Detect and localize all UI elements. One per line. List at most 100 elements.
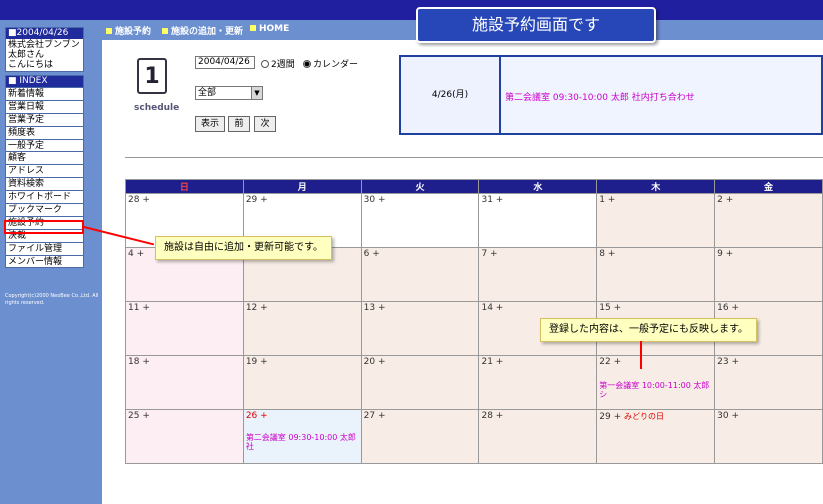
header-friday: 金 <box>714 179 823 194</box>
holiday-label: みどりの日 <box>624 412 665 421</box>
nav-facility-add-update[interactable]: 施設の追加・更新 <box>162 24 243 37</box>
index-menu: ■ INDEX 新着情報 営業日報 営業予定 頻度表 一般予定 顧客 アドレス … <box>5 75 84 269</box>
booking-panel: 4/26(月) 第二会議室 09:30-10:00 太郎 社内打ち合わせ <box>399 55 823 135</box>
day-number: 25 + <box>128 411 150 421</box>
day-number: 4 + <box>128 249 145 259</box>
header-thursday: 木 <box>596 179 716 194</box>
user-box: ■2004/04/26 株式会社ブンブン 太郎さん こんにちは <box>5 27 84 72</box>
header-tuesday: 火 <box>360 179 480 194</box>
greeting: 株式会社ブンブン 太郎さん こんにちは <box>6 39 83 71</box>
day-number: 11 + <box>128 303 150 313</box>
sidebar-item-bookmark[interactable]: ブックマーク <box>6 203 83 216</box>
day-number: 1 + <box>599 195 616 205</box>
day-cell[interactable]: 12 + <box>242 301 362 356</box>
divider <box>125 157 823 158</box>
sidebar-item-sales-plan[interactable]: 営業予定 <box>6 112 83 126</box>
facility-select[interactable]: 全部 ▼ <box>195 86 263 100</box>
date-input[interactable]: 2004/04/26 <box>195 56 255 69</box>
nav-facility-booking-label: 施設予約 <box>115 27 152 37</box>
sidebar-item-document-search[interactable]: 資料検索 <box>6 177 83 190</box>
show-button[interactable]: 表示 <box>195 116 225 132</box>
day-cell[interactable]: 22 + 第一会議室 10:00-11:00 太郎シ <box>596 355 716 410</box>
top-bar <box>0 0 823 20</box>
day-cell[interactable]: 8 + <box>596 247 716 302</box>
day-number: 28 + <box>128 195 150 205</box>
nav-home[interactable]: HOME <box>250 24 289 34</box>
sidebar-item-general-schedule[interactable]: 一般予定 <box>6 138 83 152</box>
square-icon <box>106 28 112 34</box>
day-number: 28 + <box>481 411 504 421</box>
radio-2weeks[interactable]: 2週間 <box>261 57 295 70</box>
day-number: 30 + <box>363 195 386 205</box>
day-cell[interactable]: 11 + <box>125 301 244 356</box>
highlight-box <box>4 220 84 234</box>
booking-date: 4/26(月) <box>401 57 501 133</box>
header-sunday: 日 <box>125 179 244 194</box>
day-cell[interactable]: 27 + <box>360 409 480 464</box>
sidebar-item-news[interactable]: 新着情報 <box>6 87 83 100</box>
index-header: ■ INDEX <box>6 76 83 87</box>
chevron-down-icon: ▼ <box>251 87 262 99</box>
day-number: 15 + <box>599 303 622 313</box>
booking-entry[interactable]: 第二会議室 09:30-10:00 太郎 社内打ち合わせ <box>505 90 695 103</box>
calendar-icon: 1 <box>137 58 167 94</box>
sidebar-item-file-management[interactable]: ファイル管理 <box>6 241 83 255</box>
calendar-week: 25 + 26 + 第二会議室 09:30-10:00 太郎社 27 + 28 +… <box>125 409 823 464</box>
nav-facility-booking[interactable]: 施設予約 <box>106 24 151 37</box>
header-wednesday: 水 <box>478 179 598 194</box>
day-cell[interactable]: 1 + <box>596 193 716 248</box>
user-name: 太郎さん <box>8 50 45 60</box>
day-cell[interactable]: 13 + <box>360 301 480 356</box>
day-cell[interactable]: 2 + <box>714 193 823 248</box>
day-cell[interactable]: 20 + <box>360 355 480 410</box>
next-button[interactable]: 次 <box>254 116 276 132</box>
day-cell-today[interactable]: 26 + 第二会議室 09:30-10:00 太郎社 <box>242 409 362 464</box>
day-cell[interactable]: 6 + <box>360 247 480 302</box>
day-cell[interactable]: 28 + <box>478 409 598 464</box>
event-entry[interactable]: 第二会議室 09:30-10:00 太郎社 <box>246 433 359 451</box>
callout-sidebar-note: 施設は自由に追加・更新可能です。 <box>155 236 332 260</box>
day-number: 16 + <box>717 303 739 313</box>
day-cell[interactable]: 30 + <box>714 409 823 464</box>
sidebar-item-frequency[interactable]: 頻度表 <box>6 125 83 139</box>
day-number: 19 + <box>245 357 268 367</box>
company-name: 株式会社ブンブン <box>8 40 80 50</box>
sidebar-date: ■2004/04/26 <box>6 28 83 39</box>
day-number: 13 + <box>363 303 386 313</box>
sidebar-item-whiteboard[interactable]: ホワイトボード <box>6 190 83 203</box>
day-cell[interactable]: 9 + <box>714 247 823 302</box>
nav-home-label: HOME <box>259 24 290 34</box>
day-cell[interactable]: 31 + <box>478 193 598 248</box>
day-cell[interactable]: 18 + <box>125 355 244 410</box>
sidebar-item-member-info[interactable]: メンバー情報 <box>6 254 83 268</box>
day-cell[interactable]: 21 + <box>478 355 598 410</box>
callout-calendar-note: 登録した内容は、一般予定にも反映します。 <box>540 318 757 342</box>
day-cell[interactable]: 7 + <box>478 247 598 302</box>
day-number: 21 + <box>481 357 504 367</box>
day-cell[interactable]: 25 + <box>125 409 244 464</box>
day-cell[interactable]: 30 + <box>360 193 480 248</box>
day-number: 2 + <box>717 195 734 205</box>
day-number: 29 + <box>245 195 268 205</box>
day-cell[interactable]: 19 + <box>242 355 362 410</box>
day-cell[interactable]: 29 + みどりの日 <box>596 409 716 464</box>
square-icon <box>250 25 256 31</box>
day-number: 12 + <box>245 303 268 313</box>
sidebar-item-address[interactable]: アドレス <box>6 164 83 177</box>
day-number: 20 + <box>363 357 386 367</box>
sidebar-item-daily-report[interactable]: 営業日報 <box>6 99 83 113</box>
day-cell[interactable]: 23 + <box>714 355 823 410</box>
radio-calendar[interactable]: カレンダー <box>303 57 358 70</box>
day-number: 14 + <box>481 303 504 313</box>
event-entry[interactable]: 第一会議室 10:00-11:00 太郎シ <box>599 381 712 399</box>
schedule-caption: schedule <box>134 103 180 113</box>
day-number: 8 + <box>599 249 616 259</box>
callout-pointer <box>640 341 642 369</box>
sidebar-item-customer[interactable]: 顧客 <box>6 151 83 164</box>
square-icon <box>162 28 168 34</box>
day-number: 26 + <box>245 411 268 421</box>
copyright: Copyright(c)2000 NeoBee Co.,Ltd. All rig… <box>5 293 99 306</box>
radio-icon <box>261 60 269 68</box>
day-number: 27 + <box>363 411 386 421</box>
prev-button[interactable]: 前 <box>228 116 250 132</box>
